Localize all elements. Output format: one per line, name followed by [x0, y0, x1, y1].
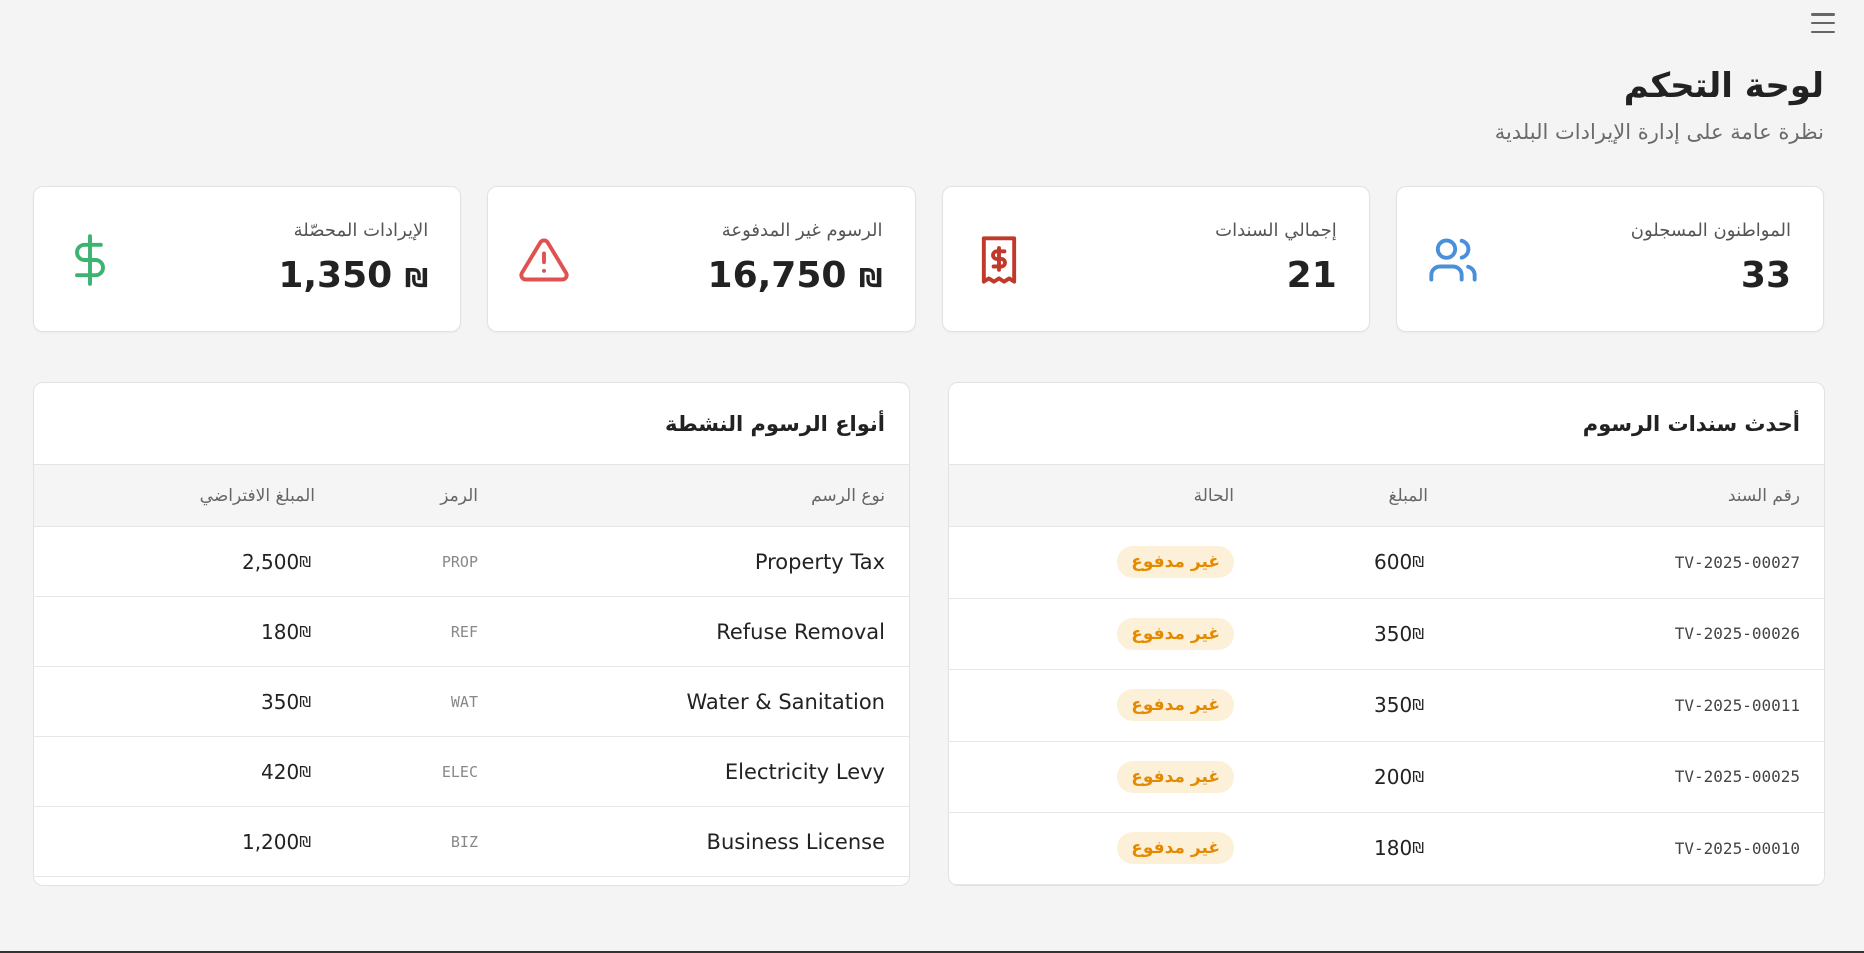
- fee-default-amount: 2,500 ₪: [241, 549, 311, 574]
- stat-card-unpaid: الرسوم غير المدفوعة 16,750 ₪: [487, 186, 916, 332]
- fee-type-name: Business License: [706, 829, 885, 854]
- panel-title: أنواع الرسوم النشطة: [34, 383, 909, 465]
- stat-label: الإيرادات المحصّلة: [293, 220, 429, 241]
- stat-value: 16,750 ₪: [707, 255, 883, 296]
- fee-type-name: Property Tax: [754, 549, 885, 574]
- users-icon: [1429, 238, 1477, 282]
- fee-code: WAT: [450, 692, 478, 711]
- voucher-amount: 600 ₪: [1374, 550, 1424, 575]
- fee-default-amount: 350 ₪: [261, 689, 311, 714]
- status-badge: غير مدفوع: [1117, 546, 1234, 579]
- currency-symbol: ₪: [1412, 767, 1424, 786]
- table-row[interactable]: TV-2025-00011 350 ₪ غير مدفوع: [949, 670, 1824, 742]
- stat-value: 1,350 ₪: [278, 255, 429, 296]
- status-cell: غير مدفوع: [1117, 742, 1234, 813]
- voucher-amount: 350 ₪: [1374, 693, 1424, 718]
- currency-symbol: ₪: [1412, 624, 1424, 643]
- table-row[interactable]: TV-2025-00010 180 ₪ غير مدفوع: [949, 813, 1824, 885]
- status-cell: غير مدفوع: [1117, 527, 1234, 598]
- stat-card-revenue: الإيرادات المحصّلة 1,350 ₪: [33, 186, 462, 332]
- column-header: المبلغ الافتراضي: [199, 485, 315, 506]
- stat-card-vouchers: إجمالي السندات 21: [941, 186, 1370, 332]
- stat-label: المواطنون المسجلون: [1630, 220, 1791, 241]
- table-row[interactable]: Property Tax PROP 2,500 ₪: [34, 527, 909, 597]
- status-cell: غير مدفوع: [1117, 599, 1234, 670]
- column-header: الرمز: [440, 485, 478, 506]
- voucher-amount: 180 ₪: [1374, 836, 1424, 861]
- currency-symbol: ₪: [1412, 553, 1424, 572]
- table-row[interactable]: Business License BIZ 1,200 ₪: [34, 807, 909, 877]
- recent-vouchers-panel: أحدث سندات الرسوم رقم السند المبلغ الحال…: [948, 382, 1825, 886]
- page-title: لوحة التحكم: [1623, 66, 1824, 106]
- table-row[interactable]: TV-2025-00026 350 ₪ غير مدفوع: [949, 599, 1824, 670]
- fee-code: BIZ: [450, 832, 478, 851]
- currency-symbol: ₪: [299, 692, 311, 711]
- currency-symbol: ₪: [1412, 839, 1424, 858]
- fee-type-name: Electricity Levy: [724, 759, 885, 784]
- status-badge: غير مدفوع: [1117, 832, 1234, 865]
- fee-type-name: Refuse Removal: [716, 619, 885, 644]
- status-badge: غير مدفوع: [1117, 760, 1234, 793]
- voucher-number: TV-2025-00025: [1674, 767, 1800, 787]
- stat-value: 21: [1286, 255, 1337, 296]
- menu-icon[interactable]: [1809, 10, 1837, 36]
- fee-code: REF: [450, 622, 478, 641]
- table-header: رقم السند المبلغ الحالة: [949, 465, 1824, 527]
- voucher-amount: 350 ₪: [1374, 621, 1424, 646]
- warning-icon: [519, 238, 569, 282]
- column-header: رقم السند: [1727, 485, 1800, 506]
- currency-symbol: ₪: [299, 762, 311, 781]
- column-header: المبلغ: [1388, 485, 1428, 506]
- voucher-number: TV-2025-00026: [1674, 624, 1800, 644]
- fee-default-amount: 420 ₪: [261, 759, 311, 784]
- currency-symbol: ₪: [299, 622, 311, 641]
- stats-row: المواطنون المسجلون 33 إجمالي السندات 21 …: [33, 186, 1824, 332]
- status-cell: غير مدفوع: [1117, 813, 1234, 884]
- fee-code: PROP: [441, 552, 478, 571]
- status-badge: غير مدفوع: [1117, 689, 1234, 722]
- stat-value: 33: [1740, 255, 1791, 296]
- column-header: الحالة: [1193, 485, 1234, 506]
- panel-title: أحدث سندات الرسوم: [949, 383, 1824, 465]
- table-header: نوع الرسم الرمز المبلغ الافتراضي: [34, 465, 909, 527]
- table-row[interactable]: TV-2025-00027 600 ₪ غير مدفوع: [949, 527, 1824, 599]
- fee-type-name: Water & Sanitation: [686, 689, 885, 714]
- voucher-number: TV-2025-00027: [1674, 552, 1800, 572]
- currency-symbol: ₪: [299, 552, 311, 571]
- table-row[interactable]: Electricity Levy ELEC 420 ₪: [34, 737, 909, 807]
- status-badge: غير مدفوع: [1117, 617, 1234, 650]
- dollar-icon: [75, 234, 105, 286]
- receipt-icon: [981, 236, 1016, 284]
- fee-default-amount: 1,200 ₪: [241, 829, 311, 854]
- currency-symbol: ₪: [858, 264, 883, 294]
- status-cell: غير مدفوع: [1117, 670, 1234, 741]
- currency-symbol: ₪: [1412, 696, 1424, 715]
- page-subtitle: نظرة عامة على إدارة الإيرادات البلدية: [1494, 120, 1824, 144]
- stat-label: الرسوم غير المدفوعة: [721, 220, 883, 241]
- fee-types-panel: أنواع الرسوم النشطة نوع الرسم الرمز المب…: [33, 382, 910, 886]
- table-row[interactable]: Water & Sanitation WAT 350 ₪: [34, 667, 909, 737]
- voucher-number: TV-2025-00011: [1674, 695, 1800, 715]
- currency-symbol: ₪: [404, 264, 429, 294]
- table-row[interactable]: Refuse Removal REF 180 ₪: [34, 597, 909, 667]
- voucher-amount: 200 ₪: [1374, 764, 1424, 789]
- column-header: نوع الرسم: [811, 485, 885, 506]
- voucher-number: TV-2025-00010: [1674, 838, 1800, 858]
- stat-label: إجمالي السندات: [1215, 220, 1337, 241]
- table-row[interactable]: TV-2025-00025 200 ₪ غير مدفوع: [949, 742, 1824, 813]
- fee-code: ELEC: [441, 762, 478, 781]
- fee-default-amount: 180 ₪: [261, 619, 311, 644]
- stat-card-citizens: المواطنون المسجلون 33: [1395, 186, 1824, 332]
- currency-symbol: ₪: [299, 832, 311, 851]
